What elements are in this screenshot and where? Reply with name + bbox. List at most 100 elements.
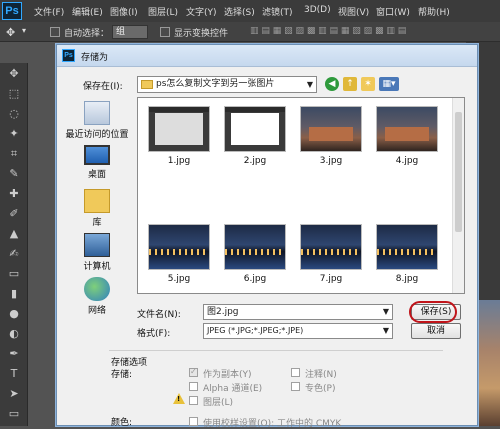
pen-icon[interactable]: ✒	[6, 347, 22, 361]
chevron-down-icon: ▼	[382, 326, 389, 335]
save-options-section	[109, 350, 443, 424]
place-library[interactable]: 库	[63, 189, 131, 228]
filename-value: 图2.jpg	[207, 307, 239, 317]
menu-type[interactable]: 文字(Y)	[186, 5, 217, 18]
highlight-ring	[409, 301, 457, 323]
file-item[interactable]: 3.jpg	[296, 106, 366, 166]
auto-select-checkbox[interactable]	[50, 27, 60, 37]
color-label: 颜色:	[111, 418, 133, 428]
menu-3d[interactable]: 3D(D)	[304, 5, 331, 15]
file-item[interactable]: 7.jpg	[296, 224, 366, 284]
path-select-icon[interactable]: ➤	[6, 387, 22, 401]
back-icon[interactable]: ◀	[325, 77, 339, 91]
show-transform-checkbox[interactable]	[160, 27, 170, 37]
save-in-value: ps怎么复制文字到另一张图片	[156, 79, 275, 89]
save-in-dropdown[interactable]: ps怎么复制文字到另一张图片 ▼	[137, 76, 317, 93]
auto-select-label: 自动选择：	[64, 29, 110, 39]
place-computer[interactable]: 计算机	[63, 233, 131, 272]
chevron-down-icon[interactable]: ▾	[22, 26, 26, 35]
file-item[interactable]: 1.jpg	[144, 106, 214, 166]
canvas-image-edge	[476, 300, 500, 426]
file-item[interactable]: 8.jpg	[372, 224, 442, 284]
file-item[interactable]: 5.jpg	[144, 224, 214, 284]
spot-color-checkbox[interactable]	[291, 382, 300, 391]
move-icon[interactable]: ✥	[6, 67, 22, 81]
menu-window[interactable]: 窗口(W)	[376, 5, 410, 18]
file-name: 2.jpg	[243, 156, 267, 166]
lasso-icon[interactable]: ◌	[6, 107, 22, 121]
warning-icon: !	[173, 393, 185, 404]
healing-icon[interactable]: ✚	[6, 187, 22, 201]
file-name: 1.jpg	[167, 156, 191, 166]
options-bar: ✥ ▾ 自动选择： 组 显示变换控件 ▥ ▤ ▦ ▧ ▨ ▩ ▥ ▤ ▦ ▧ ▨…	[0, 22, 500, 42]
new-folder-icon[interactable]: ✶	[361, 77, 375, 91]
file-name: 6.jpg	[243, 274, 267, 284]
file-thumbnail	[224, 106, 286, 152]
brush-icon[interactable]: ✐	[6, 207, 22, 221]
notes-checkbox[interactable]	[291, 368, 300, 377]
magic-wand-icon[interactable]: ✦	[6, 127, 22, 141]
menu-image[interactable]: 图像(I)	[110, 5, 138, 18]
use-proof-checkbox[interactable]	[189, 417, 198, 426]
photoshop-logo: Ps	[2, 2, 22, 20]
file-name: 4.jpg	[395, 156, 419, 166]
as-copy-label: 作为副本(Y)	[203, 370, 252, 380]
layers-label: 图层(L)	[203, 398, 234, 408]
place-label: 最近访问的位置	[65, 130, 129, 140]
view-menu-icon[interactable]: ▦▾	[379, 77, 399, 91]
history-brush-icon[interactable]: ✍	[6, 247, 22, 261]
file-thumbnail	[148, 224, 210, 270]
dialog-titlebar[interactable]: Ps 存储为	[57, 45, 477, 67]
scrollbar-thumb[interactable]	[455, 112, 462, 232]
type-icon[interactable]: T	[6, 367, 22, 381]
blur-icon[interactable]: ●	[6, 307, 22, 321]
menu-file[interactable]: 文件(F)	[34, 5, 64, 18]
eyedropper-icon[interactable]: ✎	[6, 167, 22, 181]
places-bar: 最近访问的位置 桌面 库 计算机 网络	[63, 97, 131, 317]
filename-input[interactable]: 图2.jpg ▼	[203, 304, 393, 320]
move-tool-icon[interactable]: ✥	[6, 26, 15, 39]
as-copy-checkbox[interactable]	[189, 367, 198, 377]
save-as-dialog: Ps 存储为 保存在(I): ps怎么复制文字到另一张图片 ▼ ◀ ↑ ✶ ▦▾…	[56, 44, 478, 429]
align-icons[interactable]: ▥ ▤ ▦ ▧ ▨ ▩ ▥ ▤ ▦ ▧ ▨ ▩ ▥ ▤	[250, 26, 406, 36]
gradient-icon[interactable]: ▮	[6, 287, 22, 301]
place-label: 网络	[87, 306, 106, 316]
chevron-down-icon: ▼	[306, 80, 313, 89]
file-name: 3.jpg	[319, 156, 343, 166]
up-folder-icon[interactable]: ↑	[343, 77, 357, 91]
layers-checkbox[interactable]	[189, 396, 198, 405]
place-recent[interactable]: 最近访问的位置	[63, 101, 131, 140]
menu-select[interactable]: 选择(S)	[224, 5, 255, 18]
alpha-checkbox[interactable]	[189, 382, 198, 391]
format-dropdown[interactable]: JPEG (*.JPG;*.JPEG;*.JPE) ▼	[203, 323, 393, 339]
crop-icon[interactable]: ⌗	[6, 147, 22, 161]
file-item[interactable]: 4.jpg	[372, 106, 442, 166]
file-name: 8.jpg	[395, 274, 419, 284]
place-desktop[interactable]: 桌面	[63, 145, 131, 180]
place-label: 库	[92, 218, 102, 228]
file-thumbnail	[224, 224, 286, 270]
dialog-title: 存储为	[81, 53, 109, 63]
stamp-icon[interactable]: ▲	[6, 227, 22, 241]
dodge-icon[interactable]: ◐	[6, 327, 22, 341]
file-item[interactable]: 6.jpg	[220, 224, 290, 284]
cancel-button[interactable]: 取消	[411, 323, 461, 339]
auto-select-dropdown[interactable]: 组	[112, 25, 148, 39]
chevron-down-icon: ▼	[382, 307, 389, 316]
eraser-icon[interactable]: ▭	[6, 267, 22, 281]
filename-label: 文件名(N):	[137, 310, 181, 320]
alpha-label: Alpha 通道(E)	[203, 384, 263, 394]
menu-help[interactable]: 帮助(H)	[418, 5, 450, 18]
file-list-scrollbar[interactable]	[452, 98, 464, 293]
menu-layer[interactable]: 图层(L)	[148, 5, 178, 18]
file-thumbnail	[148, 106, 210, 152]
place-network[interactable]: 网络	[63, 277, 131, 316]
shape-icon[interactable]: ▭	[6, 407, 22, 421]
use-proof-label: 使用校样设置(O): 工作中的 CMYK	[203, 419, 342, 429]
menu-filter[interactable]: 滤镜(T)	[262, 5, 293, 18]
marquee-icon[interactable]: ⬚	[6, 87, 22, 101]
file-item[interactable]: 2.jpg	[220, 106, 290, 166]
menu-view[interactable]: 视图(V)	[338, 5, 369, 18]
menu-edit[interactable]: 编辑(E)	[72, 5, 103, 18]
file-thumbnail	[376, 106, 438, 152]
